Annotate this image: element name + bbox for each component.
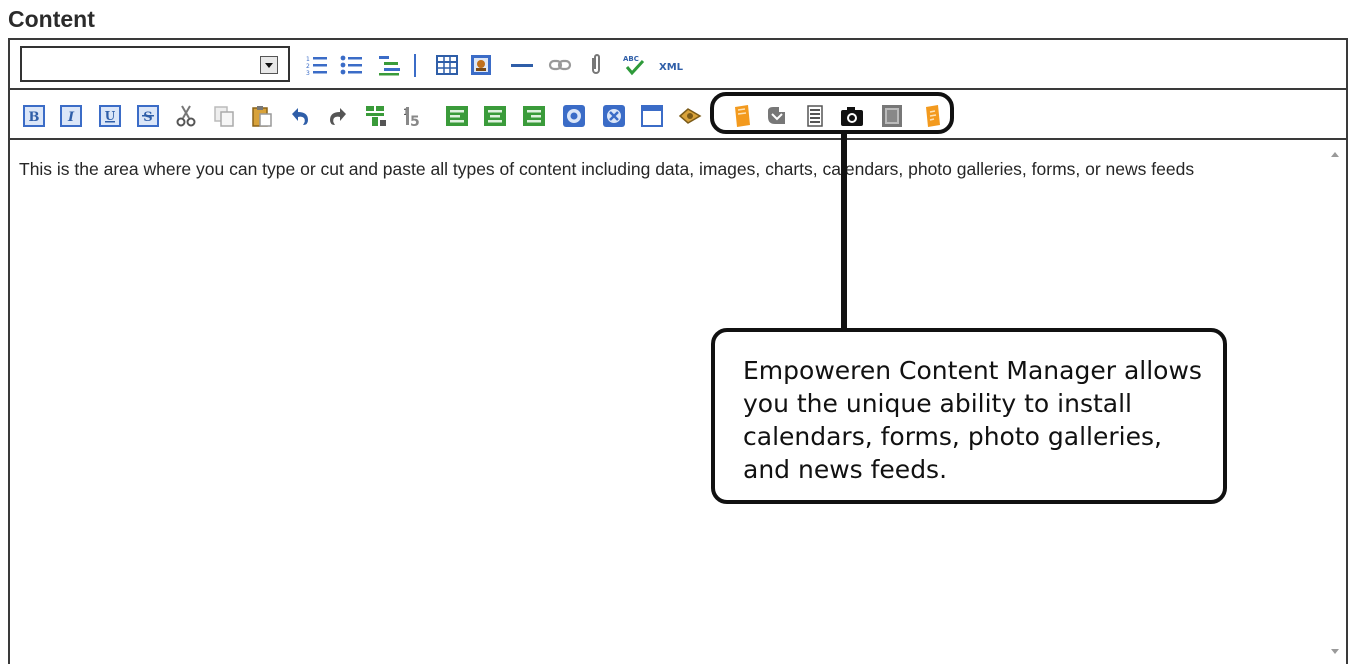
paste-icon[interactable] <box>250 104 274 128</box>
italic-icon[interactable]: I <box>59 104 83 128</box>
callout-box: Empoweren Content Manager allows you the… <box>711 328 1227 504</box>
callout-text: Empoweren Content Manager allows you the… <box>743 356 1202 484</box>
editor-content-text[interactable]: This is the area where you can type or c… <box>19 156 1309 182</box>
svg-text:S: S <box>143 110 152 125</box>
chevron-down-icon[interactable] <box>260 56 278 74</box>
svg-text:5: 5 <box>410 114 420 128</box>
feature-icons-highlight <box>710 92 954 134</box>
scroll-down-arrow-icon[interactable] <box>1331 649 1339 654</box>
insert-media-icon[interactable] <box>602 104 626 128</box>
svg-text:1: 1 <box>306 56 310 63</box>
strikethrough-icon[interactable]: S <box>136 104 160 128</box>
callout-connector-line <box>841 134 847 330</box>
svg-text:B: B <box>29 110 40 125</box>
svg-text:I: I <box>67 110 75 125</box>
bold-icon[interactable]: B <box>22 104 46 128</box>
undo-icon[interactable] <box>288 104 312 128</box>
svg-text:ABC: ABC <box>623 55 639 63</box>
svg-text:U: U <box>105 109 116 123</box>
scroll-up-arrow-icon[interactable] <box>1331 152 1339 157</box>
redo-icon[interactable] <box>326 104 350 128</box>
content-section-label: Content <box>8 6 95 32</box>
svg-text:XML: XML <box>659 62 684 73</box>
align-left-icon[interactable] <box>445 104 469 128</box>
attachment-icon[interactable] <box>584 53 608 77</box>
horizontal-rule-icon[interactable] <box>510 53 534 77</box>
hyperlink-icon[interactable] <box>678 104 702 128</box>
svg-text:3: 3 <box>306 70 310 77</box>
window-icon[interactable] <box>640 104 664 128</box>
unordered-list-icon[interactable] <box>340 53 364 77</box>
replace-icon[interactable]: 15 <box>402 104 426 128</box>
format-select[interactable] <box>20 46 290 82</box>
indent-list-icon[interactable] <box>378 53 402 77</box>
insert-table-icon[interactable] <box>435 53 459 77</box>
xml-icon[interactable]: XML <box>658 53 688 77</box>
ordered-list-icon[interactable]: 123 <box>305 53 329 77</box>
vertical-scrollbar[interactable] <box>1324 140 1346 664</box>
toolbar-row-2: B I U S 15 <box>10 90 1346 140</box>
svg-text:2: 2 <box>306 63 310 70</box>
cut-icon[interactable] <box>174 104 198 128</box>
underline-icon[interactable]: U <box>98 104 122 128</box>
spellcheck-icon[interactable]: ABC <box>622 53 646 77</box>
find-icon[interactable] <box>364 104 388 128</box>
link-icon[interactable] <box>548 53 572 77</box>
align-right-icon[interactable] <box>522 104 546 128</box>
insert-object-icon[interactable] <box>562 104 586 128</box>
copy-icon[interactable] <box>212 104 236 128</box>
toolbar-row-1: 123 ABC XML <box>10 40 1346 90</box>
insert-image-icon[interactable] <box>469 53 493 77</box>
separator-icon <box>412 53 418 77</box>
align-center-icon[interactable] <box>483 104 507 128</box>
